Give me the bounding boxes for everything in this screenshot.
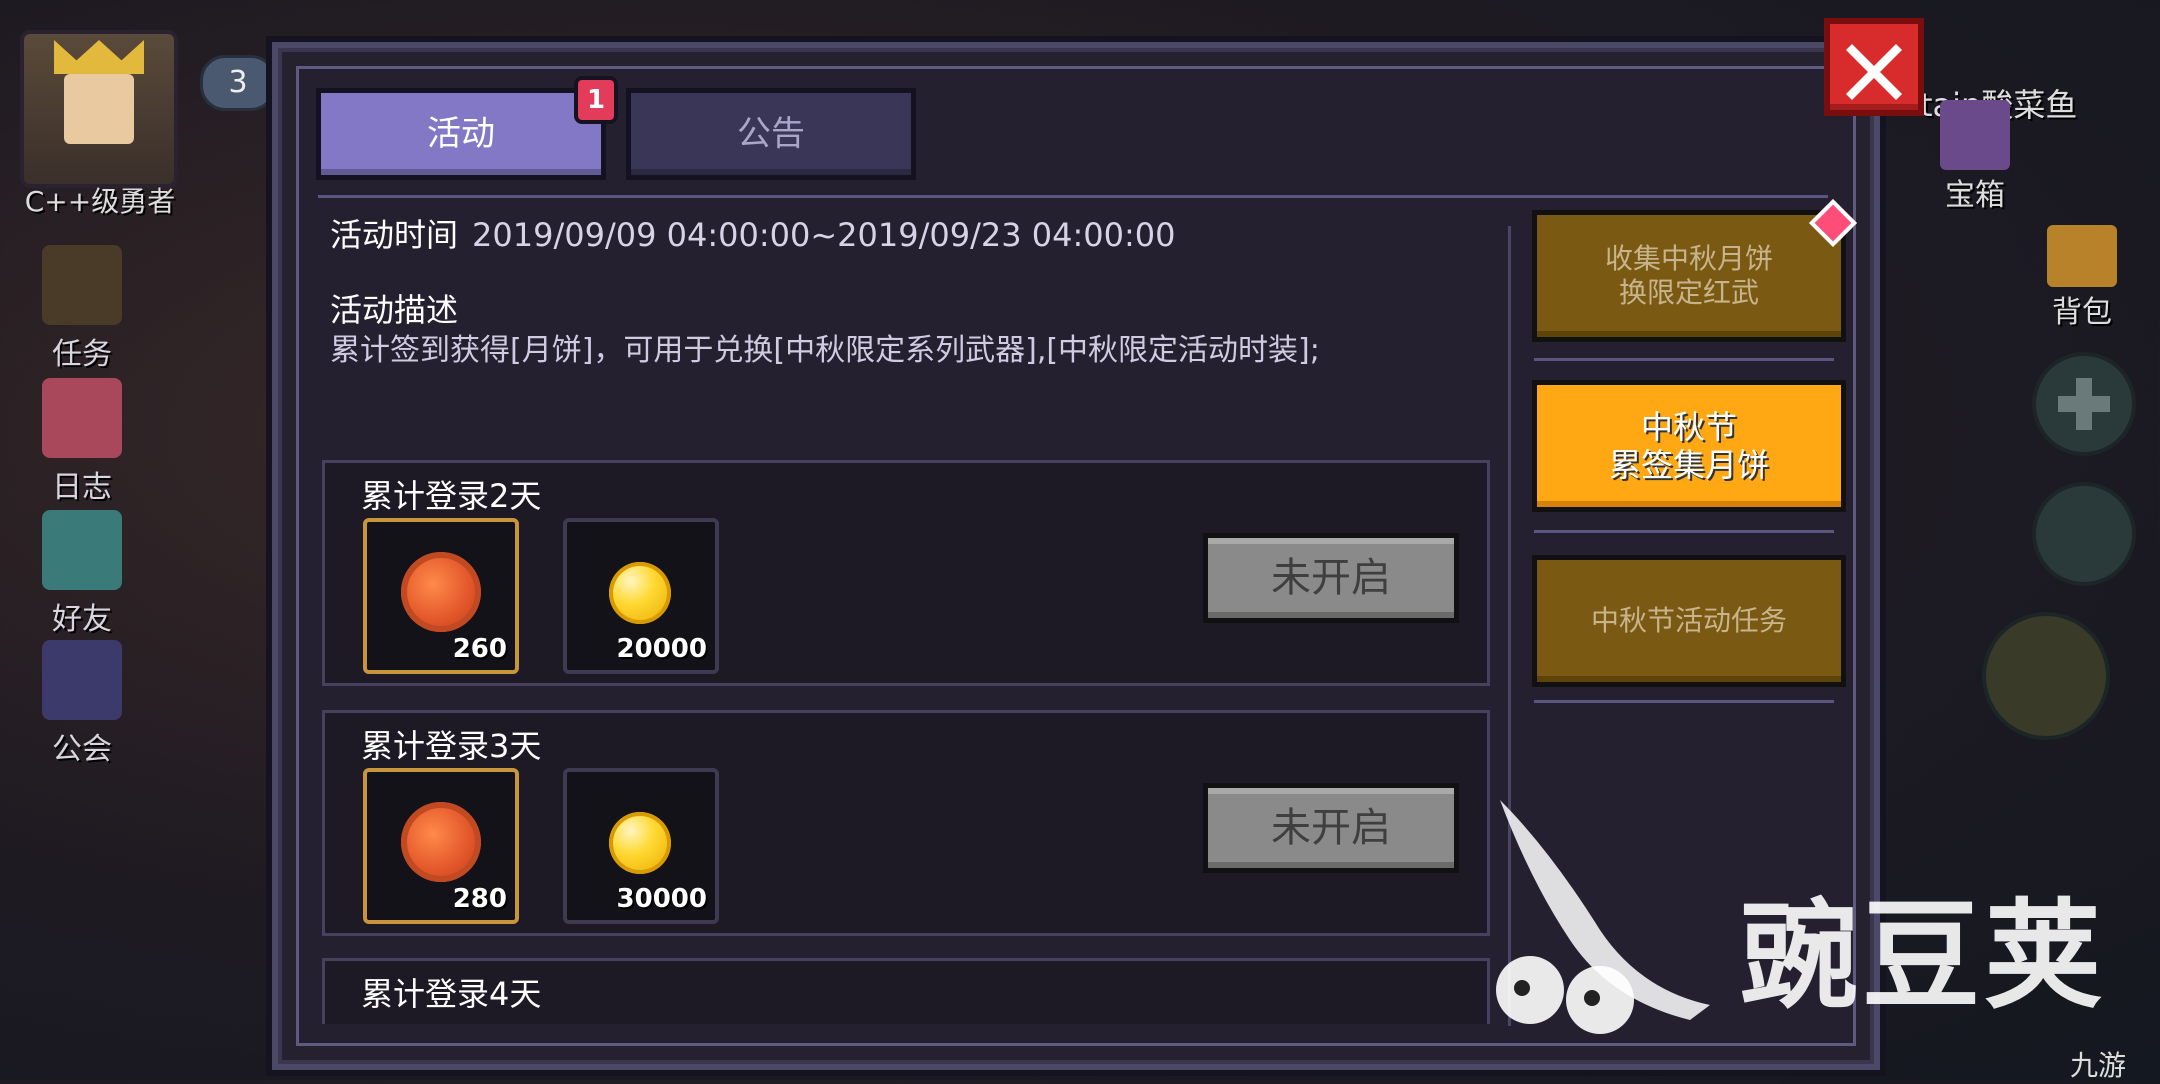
side-separator (1534, 530, 1834, 533)
watermark-text: 豌豆荚 (1740, 887, 2107, 1025)
bag-button[interactable]: 背包 (2022, 225, 2142, 331)
side-item-mooncake-exchange[interactable]: 收集中秋月饼 换限定红武 (1532, 210, 1846, 342)
watermark-logo (1496, 800, 1710, 1034)
reward-title: 累计登录4天 (361, 975, 542, 1013)
reward-title: 累计登录3天 (361, 727, 542, 765)
side-item-line1: 中秋节活动任务 (1590, 604, 1787, 637)
plus-icon (2058, 378, 2110, 430)
mooncake-qty: 280 (452, 884, 507, 914)
bag-label: 背包 (2052, 295, 2112, 330)
chest-button[interactable]: 宝箱 (1915, 100, 2035, 214)
side-item-line2: 累签集月饼 (1608, 446, 1769, 484)
coin-slot[interactable]: 20000 (563, 518, 719, 674)
side-separator (1534, 358, 1834, 361)
reward-list[interactable]: 累计登录2天 260 20000 未开启 累计登录3天 280 30000 未开… (0, 0, 1500, 1024)
reward-row: 累计登录4天 (322, 958, 1490, 1024)
mooncake-qty: 260 (452, 634, 507, 664)
side-item-line1: 收集中秋月饼 (1604, 242, 1773, 275)
coin-icon (609, 812, 671, 874)
side-item-signin-mooncake[interactable]: 中秋节 累签集月饼 (1532, 380, 1846, 512)
close-icon (1846, 44, 1902, 100)
coin-qty: 30000 (616, 884, 707, 914)
side-item-line1: 中秋节 (1640, 408, 1737, 446)
bag-icon (2047, 225, 2117, 287)
side-item-line2: 换限定红武 (1618, 276, 1759, 309)
chest-icon (1940, 100, 2010, 170)
chest-label: 宝箱 (1945, 178, 2005, 213)
close-button[interactable] (1824, 18, 1924, 116)
side-item-festival-tasks[interactable]: 中秋节活动任务 (1532, 555, 1846, 687)
reward-title: 累计登录2天 (361, 477, 542, 515)
mooncake-slot[interactable]: 260 (363, 518, 519, 674)
mooncake-icon (401, 552, 481, 632)
coin-icon (609, 562, 671, 624)
reward-row: 累计登录3天 280 30000 未开启 (322, 710, 1490, 936)
claim-button[interactable]: 未开启 (1203, 533, 1459, 623)
claim-button[interactable]: 未开启 (1203, 783, 1459, 873)
reward-row: 累计登录2天 260 20000 未开启 (322, 460, 1490, 686)
mooncake-icon (401, 802, 481, 882)
coin-slot[interactable]: 30000 (563, 768, 719, 924)
weapon-button[interactable] (1982, 612, 2110, 740)
skill-button[interactable] (2032, 482, 2136, 586)
coin-qty: 20000 (616, 634, 707, 664)
mooncake-slot[interactable]: 280 (363, 768, 519, 924)
corner-logo: 九游 (2070, 1049, 2127, 1082)
side-separator (1534, 700, 1834, 703)
add-button[interactable] (2032, 352, 2136, 456)
